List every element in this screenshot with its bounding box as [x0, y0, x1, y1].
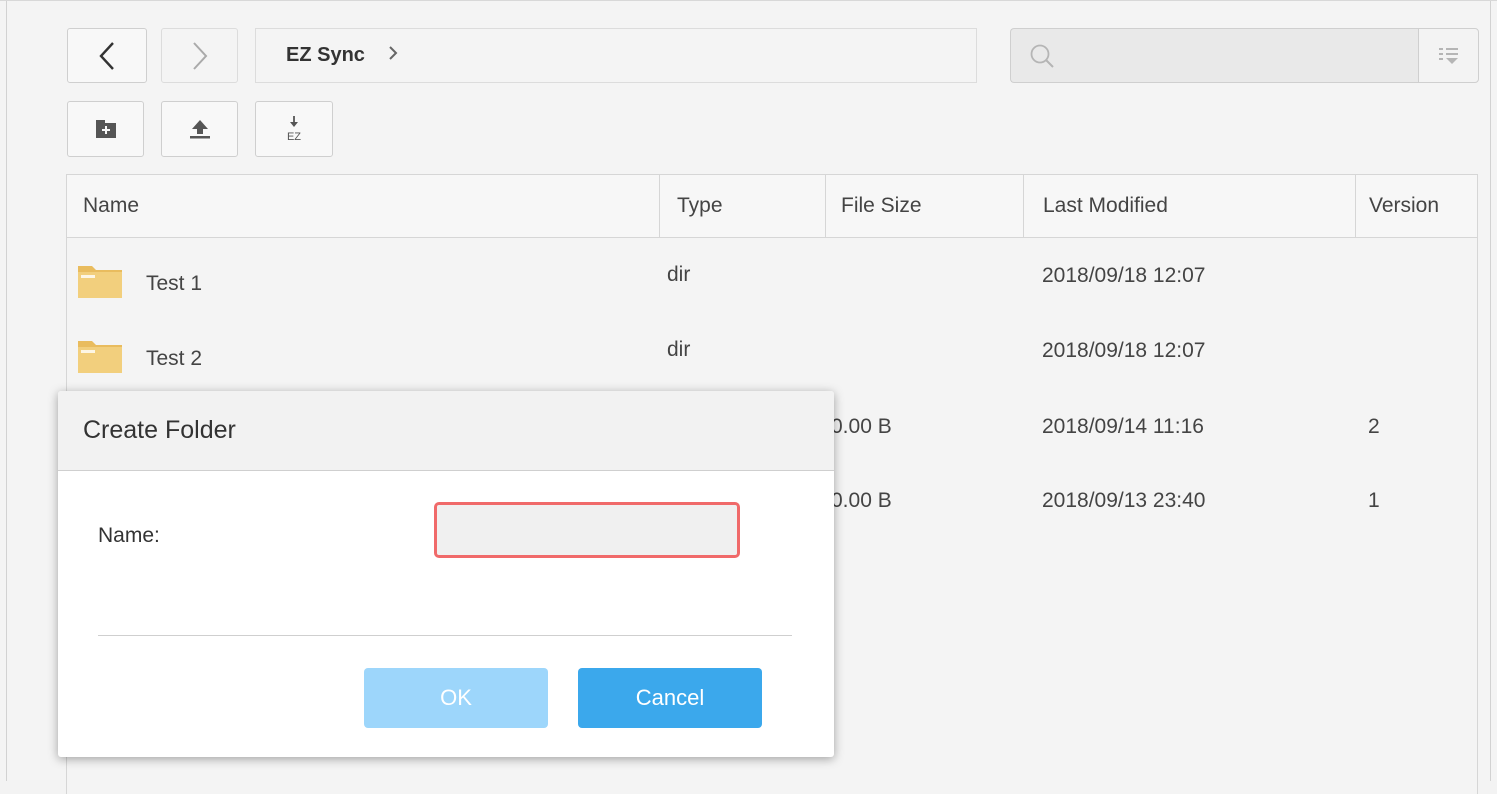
right-border — [1490, 1, 1491, 781]
folder-icon — [78, 266, 122, 298]
forward-button[interactable] — [161, 28, 238, 83]
row-last-modified: 2018/09/13 23:40 — [1042, 489, 1206, 512]
row-name: Test 2 — [146, 347, 203, 370]
column-header-version[interactable]: Version — [1355, 175, 1477, 237]
chevron-right-icon — [389, 46, 398, 60]
table-header: Name Type File Size Last Modified Versio… — [67, 175, 1477, 238]
dialog-title: Create Folder — [83, 416, 236, 444]
row-last-modified: 2018/09/14 11:16 — [1042, 415, 1204, 438]
row-last-modified: 2018/09/18 12:07 — [1042, 339, 1206, 362]
row-last-modified: 2018/09/18 12:07 — [1042, 264, 1206, 287]
view-options-button[interactable] — [1418, 28, 1479, 83]
row-name: Test 1 — [146, 272, 203, 295]
folder-icon — [78, 341, 122, 373]
chevron-right-icon — [192, 41, 207, 70]
row-file-size: 0.00 B — [831, 415, 892, 438]
new-folder-button[interactable] — [67, 101, 144, 157]
search-icon — [1030, 44, 1054, 68]
column-header-name[interactable]: Name — [83, 175, 658, 237]
dialog-divider — [98, 635, 792, 636]
row-file-size: 0.00 B — [831, 489, 892, 512]
row-type: dir — [667, 338, 691, 361]
back-button[interactable] — [67, 28, 147, 83]
cancel-button[interactable]: Cancel — [578, 668, 762, 728]
search-input[interactable] — [1063, 37, 1407, 75]
ez-sync-button[interactable]: EZ — [255, 101, 333, 157]
breadcrumb-item-current[interactable]: EZ Sync — [286, 44, 365, 67]
left-border — [6, 1, 7, 781]
create-folder-dialog: Create Folder Name: OK Cancel — [58, 391, 834, 757]
chevron-left-icon — [99, 41, 114, 70]
list-view-icon — [1438, 47, 1458, 64]
column-header-type[interactable]: Type — [659, 175, 825, 237]
dialog-header: Create Folder — [58, 391, 834, 471]
row-type: dir — [667, 263, 691, 286]
search-box — [1010, 28, 1418, 83]
folder-name-input[interactable] — [434, 502, 740, 558]
row-version: 2 — [1368, 415, 1380, 438]
column-header-last-modified[interactable]: Last Modified — [1023, 175, 1355, 237]
ok-button[interactable]: OK — [364, 668, 548, 728]
new-folder-icon — [95, 120, 116, 138]
column-header-file-size[interactable]: File Size — [825, 175, 1023, 237]
upload-icon — [189, 120, 210, 139]
upload-button[interactable] — [161, 101, 238, 157]
file-browser: EZ Sync EZ Name Type File Size Last Modi… — [0, 0, 1497, 794]
breadcrumb: EZ Sync — [255, 28, 977, 83]
name-label: Name: — [98, 524, 160, 547]
breadcrumb-separator[interactable] — [387, 44, 399, 67]
svg-text:EZ: EZ — [287, 131, 301, 143]
ez-sync-icon: EZ — [287, 116, 301, 143]
row-version: 1 — [1368, 489, 1380, 512]
